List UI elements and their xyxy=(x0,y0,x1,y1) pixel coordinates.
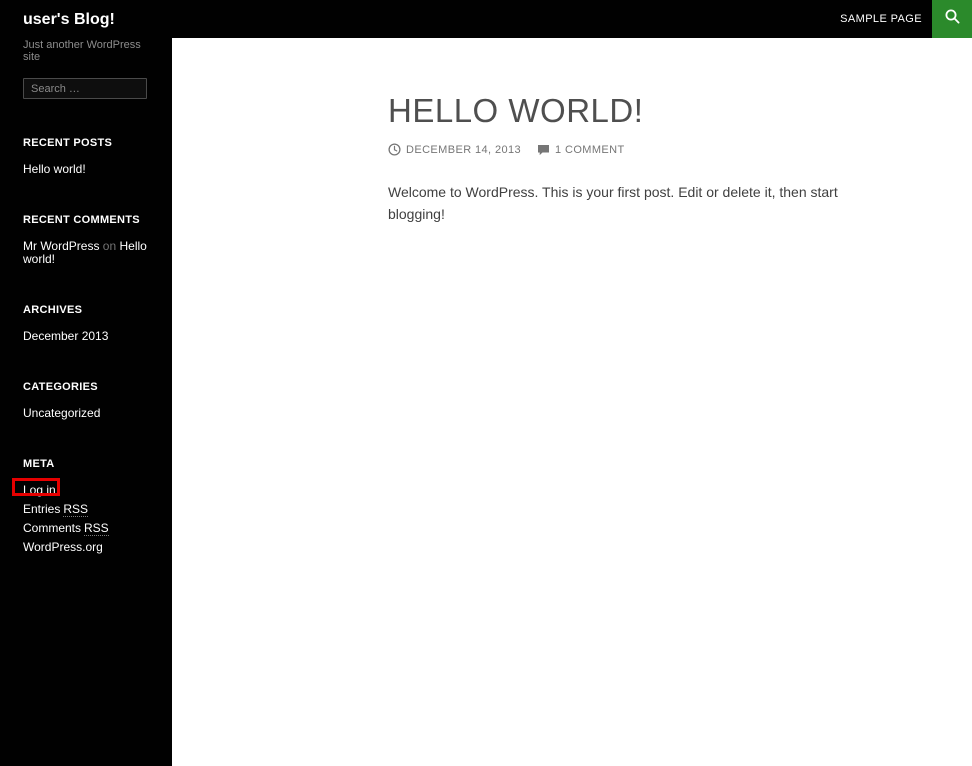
entries-rss-link[interactable]: Entries RSS xyxy=(23,502,147,517)
sidebar: user's Blog! Just another WordPress site… xyxy=(0,0,172,766)
rss-abbr: RSS xyxy=(63,502,89,517)
widget-meta: META Log in Entries RSS Comments RSS WordP… xyxy=(12,458,147,554)
wordpress-org-link[interactable]: WordPress.org xyxy=(23,541,147,554)
widget-recent-posts: RECENT POSTS Hello world! xyxy=(23,137,147,176)
post-article: HELLO WORLD! DECEMBER 14, 2013 1 COMMENT… xyxy=(172,38,972,225)
post-title-link[interactable]: HELLO WORLD! xyxy=(388,92,972,130)
post-date-link[interactable]: DECEMBER 14, 2013 xyxy=(388,143,521,156)
log-in-link[interactable]: Log in xyxy=(12,478,60,497)
post-body-text: Welcome to WordPress. This is your first… xyxy=(388,184,838,222)
clock-icon xyxy=(388,143,401,156)
widget-heading: ARCHIVES xyxy=(23,304,83,316)
site-tagline: Just another WordPress site xyxy=(23,39,141,63)
log-in-label: Log in xyxy=(23,483,56,497)
widget-heading: RECENT COMMENTS xyxy=(23,214,140,226)
entries-rss-label: Entries xyxy=(23,502,61,516)
widget-archives: ARCHIVES December 2013 xyxy=(23,304,147,343)
comment-bubble-icon xyxy=(538,144,550,155)
post-meta-row: DECEMBER 14, 2013 1 COMMENT xyxy=(388,143,972,156)
comments-rss-label: Comments xyxy=(23,521,82,535)
main-content-area: HELLO WORLD! DECEMBER 14, 2013 1 COMMENT… xyxy=(172,38,972,766)
recent-comment-item: Mr WordPress on Hello world! xyxy=(23,240,147,266)
post-comments-label: 1 COMMENT xyxy=(555,143,625,156)
widget-heading: RECENT POSTS xyxy=(23,137,113,149)
widget-heading: CATEGORIES xyxy=(23,381,98,393)
search-icon xyxy=(944,8,961,30)
search-toggle-button[interactable] xyxy=(932,0,972,38)
category-link[interactable]: Uncategorized xyxy=(23,407,147,420)
search-input[interactable] xyxy=(23,78,147,99)
nav-item-sample-page[interactable]: SAMPLE PAGE xyxy=(830,0,932,38)
post-comments-link[interactable]: 1 COMMENT xyxy=(537,144,625,156)
widget-recent-comments: RECENT COMMENTS Mr WordPress on Hello wo… xyxy=(23,214,147,266)
site-title[interactable]: user's Blog! xyxy=(23,11,147,29)
comment-connector: on xyxy=(102,239,117,253)
comment-author-link[interactable]: Mr WordPress xyxy=(23,239,99,253)
widget-heading: META xyxy=(23,458,55,470)
rss-abbr: RSS xyxy=(84,521,109,536)
comments-rss-link[interactable]: Comments RSS xyxy=(23,521,147,536)
widget-categories: CATEGORIES Uncategorized xyxy=(23,381,147,420)
post-date-label: DECEMBER 14, 2013 xyxy=(406,143,522,156)
recent-post-link[interactable]: Hello world! xyxy=(23,163,147,176)
archive-link[interactable]: December 2013 xyxy=(23,330,147,343)
